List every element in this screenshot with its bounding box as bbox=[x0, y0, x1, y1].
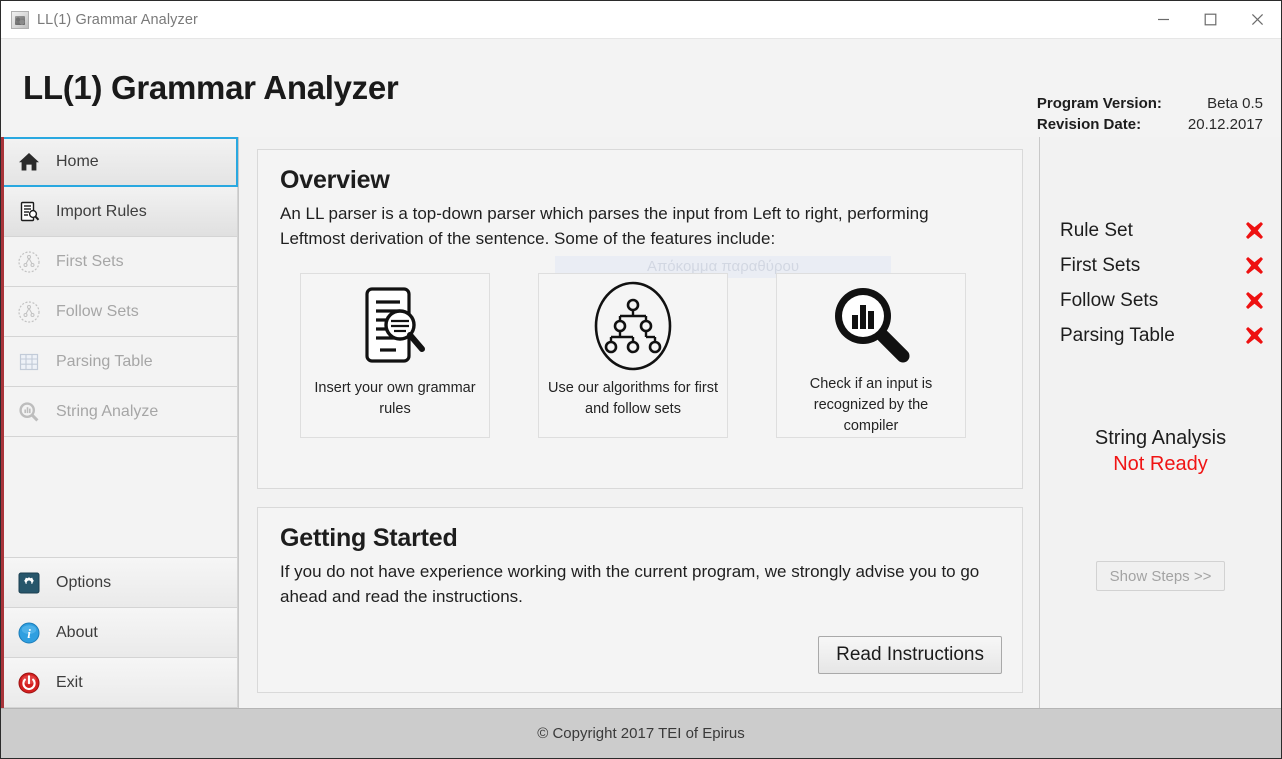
sidebar-item-exit[interactable]: Exit bbox=[4, 658, 238, 708]
revision-date-value: 20.12.2017 bbox=[1187, 116, 1263, 133]
red-x-icon bbox=[1243, 220, 1265, 242]
overview-heading: Overview bbox=[280, 166, 390, 194]
page-title: LL(1) Grammar Analyzer bbox=[23, 69, 399, 106]
sidebar-item-label: First Sets bbox=[56, 252, 124, 270]
sidebar-item-first-sets[interactable]: First Sets bbox=[4, 237, 238, 287]
red-x-icon bbox=[1243, 325, 1265, 347]
close-icon bbox=[1251, 13, 1264, 26]
page-header: LL(1) Grammar Analyzer Program Version: … bbox=[1, 39, 1281, 137]
version-info: Program Version: Beta 0.5 Revision Date:… bbox=[1037, 95, 1263, 133]
feature-card-first-follow[interactable]: Use our algorithms for first and follow … bbox=[538, 273, 728, 438]
string-analyze-icon bbox=[16, 399, 42, 425]
sidebar-item-about[interactable]: i About bbox=[4, 608, 238, 658]
sidebar-item-home[interactable]: Home bbox=[4, 137, 238, 187]
minimize-icon bbox=[1158, 18, 1169, 21]
sidebar-item-label: String Analyze bbox=[56, 402, 159, 420]
follow-sets-icon bbox=[16, 299, 42, 325]
feature-card-check-input[interactable]: Check if an input is recognized by the c… bbox=[776, 273, 966, 438]
maximize-button[interactable] bbox=[1187, 1, 1234, 38]
sidebar-item-label: Options bbox=[56, 573, 112, 591]
status-label: Parsing Table bbox=[1060, 324, 1175, 346]
string-analysis-status: String Analysis Not Ready bbox=[1095, 425, 1226, 477]
sidebar-item-label: Home bbox=[56, 153, 99, 170]
minimize-button[interactable] bbox=[1140, 1, 1187, 38]
sidebar-item-label: Import Rules bbox=[56, 202, 147, 220]
svg-text:i: i bbox=[27, 626, 31, 641]
sidebar-item-label: Follow Sets bbox=[56, 302, 139, 320]
feature-card-insert-rules[interactable]: Insert your own grammar rules bbox=[300, 273, 490, 438]
gear-icon bbox=[16, 570, 42, 596]
program-version-value: Beta 0.5 bbox=[1207, 95, 1263, 112]
sidebar-item-options[interactable]: Options bbox=[4, 558, 238, 608]
show-steps-button[interactable]: Show Steps >> bbox=[1095, 561, 1226, 591]
import-rules-icon bbox=[16, 199, 42, 225]
getting-started-paragraph: If you do not have experience working wi… bbox=[280, 562, 980, 606]
sidebar-item-label: About bbox=[56, 623, 98, 641]
tree-graph-icon bbox=[590, 274, 676, 378]
overview-panel: Overview An LL parser is a top-down pars… bbox=[257, 149, 1023, 489]
string-analysis-title: String Analysis bbox=[1094, 427, 1227, 449]
first-sets-icon bbox=[16, 249, 42, 275]
string-analysis-state: Not Ready bbox=[1113, 453, 1208, 475]
parsing-table-icon bbox=[16, 349, 42, 375]
status-list: Rule Set First Sets Follow Sets Parsing … bbox=[1040, 213, 1281, 353]
status-label: Follow Sets bbox=[1060, 289, 1159, 311]
copyright-text: © Copyright 2017 TEI of Epirus bbox=[537, 725, 745, 742]
document-search-icon bbox=[358, 274, 432, 378]
status-row-follow-sets: Follow Sets bbox=[1060, 283, 1265, 318]
status-label: Rule Set bbox=[1060, 219, 1133, 241]
status-row-first-sets: First Sets bbox=[1060, 248, 1265, 283]
red-x-icon bbox=[1243, 290, 1265, 312]
app-icon bbox=[11, 10, 29, 29]
sidebar-item-parsing-table[interactable]: Parsing Table bbox=[4, 337, 238, 387]
status-row-parsing-table: Parsing Table bbox=[1060, 318, 1265, 353]
getting-started-heading: Getting Started bbox=[280, 524, 458, 552]
red-x-icon bbox=[1243, 255, 1265, 277]
power-icon bbox=[16, 670, 42, 696]
footer: © Copyright 2017 TEI of Epirus bbox=[1, 708, 1281, 758]
sidebar: Home Import Rules First Sets Follow Sets… bbox=[1, 137, 239, 708]
revision-date-label: Revision Date: bbox=[1036, 116, 1142, 133]
window-title: LL(1) Grammar Analyzer bbox=[37, 11, 198, 28]
feature-card-caption: Check if an input is recognized by the c… bbox=[809, 376, 933, 434]
program-version-label: Program Version: bbox=[1036, 95, 1162, 112]
body-area: Home Import Rules First Sets Follow Sets… bbox=[1, 137, 1281, 708]
sidebar-item-label: Exit bbox=[56, 673, 83, 691]
sidebar-item-follow-sets[interactable]: Follow Sets bbox=[4, 287, 238, 337]
window-controls bbox=[1140, 1, 1281, 38]
status-panel: Rule Set First Sets Follow Sets Parsing … bbox=[1039, 137, 1281, 708]
feature-card-caption: Use our algorithms for first and follow … bbox=[547, 380, 719, 417]
feature-card-list: Insert your own grammar rules Use our al… bbox=[278, 273, 1002, 438]
status-label: First Sets bbox=[1060, 254, 1141, 276]
info-icon: i bbox=[16, 620, 42, 646]
application-window: LL(1) Grammar Analyzer LL(1) Grammar Ana… bbox=[0, 0, 1282, 759]
close-button[interactable] bbox=[1234, 1, 1281, 38]
chart-magnifier-icon bbox=[829, 274, 913, 374]
getting-started-panel: Getting Started If you do not have exper… bbox=[257, 507, 1023, 693]
sidebar-item-string-analyze[interactable]: String Analyze bbox=[4, 387, 238, 437]
overview-paragraph: An LL parser is a top-down parser which … bbox=[280, 204, 929, 248]
sidebar-item-import-rules[interactable]: Import Rules bbox=[4, 187, 238, 237]
sidebar-item-label: Parsing Table bbox=[56, 352, 153, 370]
maximize-icon bbox=[1204, 13, 1217, 26]
home-icon bbox=[16, 149, 42, 175]
read-instructions-button[interactable]: Read Instructions bbox=[818, 636, 1002, 674]
sidebar-spacer bbox=[4, 437, 238, 558]
main-content: Overview An LL parser is a top-down pars… bbox=[239, 137, 1039, 708]
feature-card-caption: Insert your own grammar rules bbox=[314, 380, 476, 417]
status-row-rule-set: Rule Set bbox=[1060, 213, 1265, 248]
title-bar: LL(1) Grammar Analyzer bbox=[1, 1, 1281, 39]
